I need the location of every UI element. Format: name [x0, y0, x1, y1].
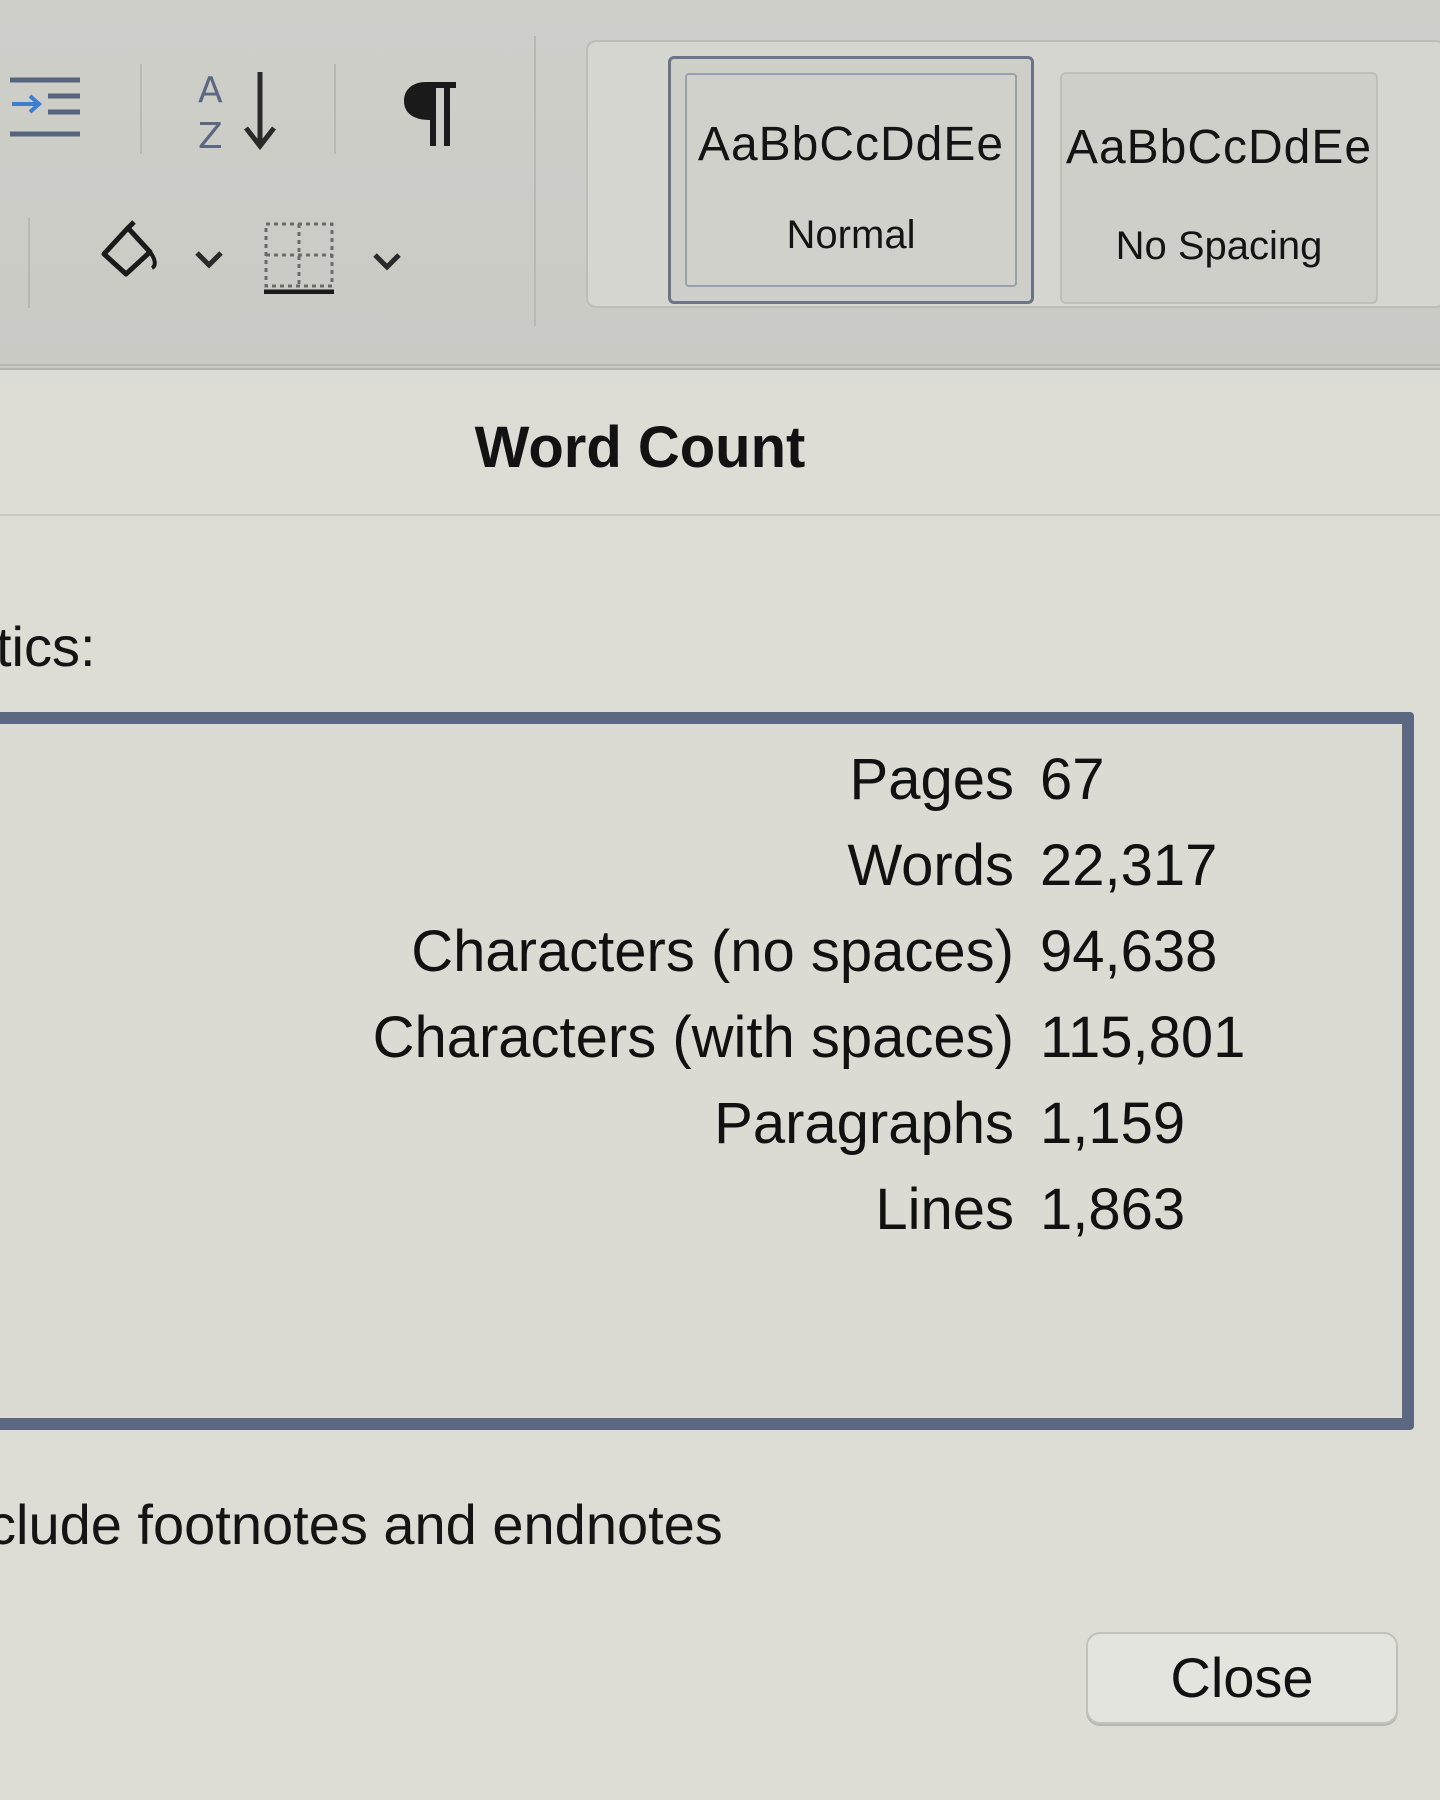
- pilcrow-icon[interactable]: [402, 80, 458, 148]
- sort-az-icon[interactable]: A Z: [198, 66, 278, 154]
- stat-value: 94,638: [1040, 919, 1218, 984]
- paint-bucket-icon[interactable]: [98, 220, 158, 280]
- stat-row-paragraphs: Paragraphs 1,159: [0, 1090, 1412, 1170]
- ribbon-separator: [334, 64, 336, 154]
- stat-value: 1,159: [1040, 1091, 1186, 1156]
- stat-label: Characters (no spaces): [411, 919, 1014, 984]
- borders-icon[interactable]: [264, 222, 336, 294]
- word-count-dialog: Word Count tics: Pages 67 Words 22,317 C…: [0, 382, 1440, 1800]
- style-name: Normal: [786, 213, 916, 257]
- dialog-title: Word Count: [474, 415, 806, 480]
- ribbon-separator: [28, 218, 30, 308]
- stat-row-lines: Lines 1,863: [0, 1176, 1412, 1256]
- stat-label: Words: [847, 833, 1014, 898]
- stat-label: Lines: [875, 1177, 1014, 1242]
- style-no-spacing[interactable]: AaBbCcDdEe No Spacing: [1060, 72, 1378, 304]
- stat-label: Characters (with spaces): [372, 1005, 1014, 1070]
- chevron-down-icon[interactable]: [194, 250, 224, 270]
- statistics-box: Pages 67 Words 22,317 Characters (no spa…: [0, 712, 1414, 1430]
- stat-value: 22,317: [1040, 833, 1218, 898]
- stat-value: 1,863: [1040, 1177, 1186, 1242]
- style-normal-inner: AaBbCcDdEe Normal: [685, 73, 1017, 287]
- style-sample: AaBbCcDdEe: [1065, 121, 1373, 174]
- stat-label: Pages: [849, 747, 1014, 812]
- svg-text:A: A: [198, 70, 223, 111]
- word-window: A Z AaBbCcDdEe Normal AaBbCcDdEe No Spac…: [0, 0, 1440, 1800]
- styles-gallery: AaBbCcDdEe Normal AaBbCcDdEe No Spacing: [586, 40, 1440, 308]
- ribbon-separator: [140, 64, 142, 154]
- statistics-label: tics:: [0, 615, 96, 678]
- stat-value: 67: [1040, 747, 1105, 812]
- close-button[interactable]: Close: [1086, 1632, 1398, 1724]
- increase-indent-icon[interactable]: [10, 74, 80, 140]
- ribbon-divider: [0, 364, 1440, 366]
- style-normal[interactable]: AaBbCcDdEe Normal: [668, 56, 1034, 304]
- svg-text:Z: Z: [198, 116, 223, 154]
- stat-label: Paragraphs: [714, 1091, 1014, 1156]
- stat-value: 115,801: [1040, 1005, 1246, 1070]
- stat-row-characters-with-spaces: Characters (with spaces) 115,801: [0, 1004, 1412, 1084]
- title-separator: [0, 514, 1440, 516]
- stat-row-characters-no-spaces: Characters (no spaces) 94,638: [0, 918, 1412, 998]
- stat-row-pages: Pages 67: [0, 746, 1412, 826]
- chevron-down-icon[interactable]: [372, 252, 402, 272]
- ribbon-separator: [534, 36, 536, 326]
- style-sample: AaBbCcDdEe: [697, 118, 1005, 171]
- style-name: No Spacing: [1115, 224, 1323, 268]
- ribbon: A Z AaBbCcDdEe Normal AaBbCcDdEe No Spac…: [0, 0, 1440, 370]
- include-footnotes-label[interactable]: clude footnotes and endnotes: [0, 1492, 723, 1557]
- stat-row-words: Words 22,317: [0, 832, 1412, 912]
